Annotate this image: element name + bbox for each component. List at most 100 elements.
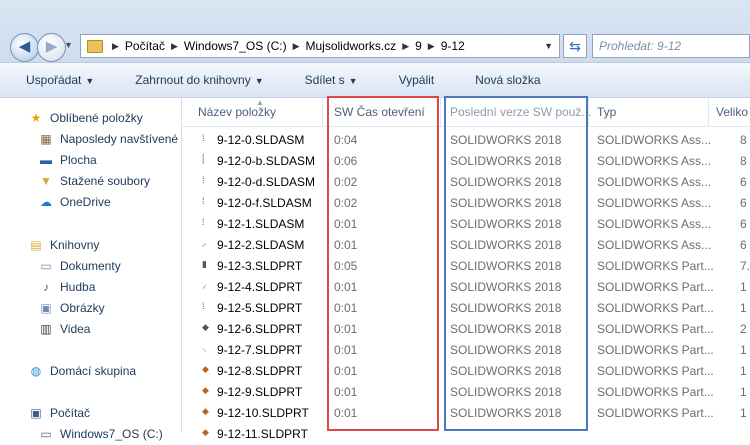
file-type: SOLIDWORKS Part... [597,280,714,294]
file-name[interactable]: 9-12-11.SLDPRT [217,427,308,441]
forward-button[interactable]: ▶ [37,33,66,62]
sidebar-item-recent[interactable]: ▦ Naposledy navštívené [38,129,178,149]
file-type: SOLIDWORKS Part... [597,385,714,399]
breadcrumb-drive[interactable]: Windows7_OS (C:) [181,39,290,53]
sidebar-item-onedrive[interactable]: ☁ OneDrive [38,192,111,212]
file-name[interactable]: 9-12-0.SLDASM [217,133,304,147]
file-name[interactable]: 9-12-9.SLDPRT [217,385,302,399]
file-name[interactable]: 9-12-4.SLDPRT [217,280,302,294]
refresh-button[interactable]: ⇆ [563,34,587,58]
file-type: SOLIDWORKS Ass... [597,154,712,168]
computer-icon: ▣ [30,406,42,420]
sidebar-item-downloads[interactable]: ▼ Stažené soubory [38,171,150,191]
file-name[interactable]: 9-12-5.SLDPRT [217,301,302,315]
column-divider[interactable] [440,98,441,126]
sidebar-item-libraries[interactable]: ▤ Knihovny [28,235,99,255]
sidebar-item-favorites[interactable]: ★ Oblíbené položky [28,108,143,128]
new-folder-label: Nová složka [475,73,541,87]
sidebar-item-label: Domácí skupina [50,364,137,378]
part-file-icon: ⸝ [202,280,207,290]
column-header-size[interactable]: Veliko [716,105,748,119]
file-size: 8 [740,133,747,147]
address-bar[interactable]: ▶ Počítač ▶ Windows7_OS (C:) ▶ Mujsolidw… [80,34,560,58]
chevron-down-icon[interactable]: ▼ [544,41,553,51]
sidebar-item-label: Počítač [50,406,91,420]
file-name[interactable]: 9-12-2.SLDASM [217,238,304,252]
file-size: 7. [740,259,750,273]
chevron-right-icon[interactable]: ▶ [168,41,181,52]
column-header-type[interactable]: Typ [597,105,616,119]
time-column-highlight [327,96,439,431]
sidebar-item-pictures[interactable]: ▣ Obrázky [38,298,104,318]
file-size: 1 [740,280,747,294]
file-size: 6 [740,175,747,189]
search-input[interactable]: Prohledat: 9-12 [592,34,750,58]
chevron-right-icon[interactable]: ▶ [399,41,412,52]
include-library-button[interactable]: Zahrnout do knihovny ▼ [109,73,278,87]
file-name[interactable]: 9-12-0-d.SLDASM [217,175,315,189]
drive-icon: ▭ [40,427,52,441]
new-folder-button[interactable]: Nová složka [449,73,555,87]
desktop-icon: ▬ [40,153,52,167]
chevron-down-icon: ▼ [85,76,95,86]
film-icon: ▥ [40,322,52,336]
sidebar-item-label: Dokumenty [60,259,121,273]
assembly-file-icon: ⁞ [202,175,205,185]
breadcrumb-computer[interactable]: Počítač [122,39,168,53]
file-type: SOLIDWORKS Ass... [597,175,712,189]
column-header-name[interactable]: Název položky [198,105,276,119]
file-size: 1 [740,364,747,378]
sidebar-item-label: Oblíbené položky [50,111,143,125]
sidebar-item-videos[interactable]: ▥ Videa [38,319,90,339]
file-type: SOLIDWORKS Ass... [597,238,712,252]
sidebar-item-label: OneDrive [60,195,111,209]
part-file-icon: ◆ [202,406,209,416]
column-divider[interactable] [322,98,323,126]
part-file-icon: ◆ [202,322,209,332]
file-type: SOLIDWORKS Part... [597,343,714,357]
column-divider[interactable] [708,98,709,126]
file-name[interactable]: 9-12-0-f.SLDASM [217,196,312,210]
organize-label: Uspořádat [26,73,82,87]
burn-button[interactable]: Vypálit [373,73,450,87]
assembly-file-icon: ⁞ [202,196,205,206]
sidebar-item-homegroup[interactable]: ◍ Domácí skupina [28,361,136,381]
chevron-right-icon[interactable]: ▶ [109,41,122,52]
sidebar-item-documents[interactable]: ▭ Dokumenty [38,256,121,276]
file-size: 6 [740,217,747,231]
file-name[interactable]: 9-12-1.SLDASM [217,217,304,231]
file-name[interactable]: 9-12-0-b.SLDASM [217,154,315,168]
part-file-icon: ▮ [202,259,207,269]
sidebar-item-desktop[interactable]: ▬ Plocha [38,150,97,170]
chevron-right-icon[interactable]: ▶ [290,41,303,52]
chevron-right-icon[interactable]: ▶ [425,41,438,52]
breadcrumb-mujsolidworks[interactable]: Mujsolidworks.cz [303,39,400,53]
part-file-icon: ◆ [202,385,209,395]
version-column-highlight [444,96,588,431]
command-bar: Uspořádat ▼ Zahrnout do knihovny ▼ Sdílet … [0,63,750,98]
file-size: 1 [740,343,747,357]
column-divider[interactable] [588,98,589,126]
file-size: 1 [740,301,747,315]
back-button[interactable]: ◀ [10,33,39,62]
share-label: Sdílet s [304,73,345,87]
include-library-label: Zahrnout do knihovny [135,73,251,87]
file-name[interactable]: 9-12-3.SLDPRT [217,259,302,273]
file-name[interactable]: 9-12-10.SLDPRT [217,406,309,420]
organize-button[interactable]: Uspořádat ▼ [0,73,109,87]
sidebar-item-label: Videa [60,322,91,336]
file-type: SOLIDWORKS Part... [597,259,714,273]
sidebar-item-computer[interactable]: ▣ Počítač [28,403,90,423]
sidebar-item-music[interactable]: ♪ Hudba [38,277,95,297]
file-name[interactable]: 9-12-6.SLDPRT [217,322,302,336]
share-button[interactable]: Sdílet s ▼ [279,73,373,87]
breadcrumb-9-12[interactable]: 9-12 [438,39,468,53]
file-name[interactable]: 9-12-8.SLDPRT [217,364,302,378]
file-size: 2 [740,322,747,336]
homegroup-icon: ◍ [30,364,42,378]
file-name[interactable]: 9-12-7.SLDPRT [217,343,302,357]
music-note-icon: ♪ [43,280,49,294]
sidebar-item-drive[interactable]: ▭ Windows7_OS (C:) [38,424,162,444]
recent-pages-dropdown[interactable]: ▼ [64,40,73,50]
breadcrumb-9[interactable]: 9 [412,39,425,53]
